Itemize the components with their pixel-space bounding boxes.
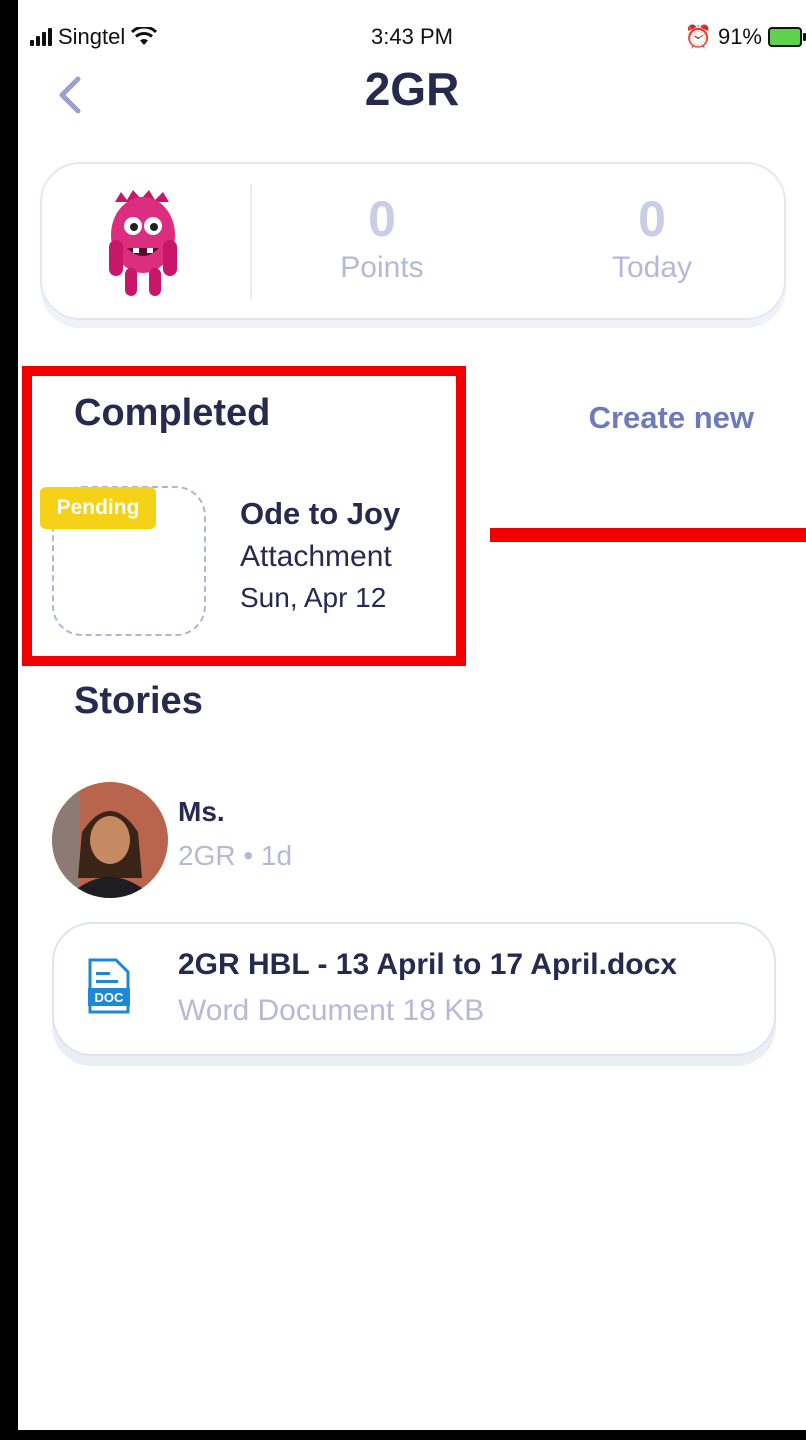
story-meta: 2GR • 1d [178, 840, 293, 871]
story-author: Ms. 2GR • 1d [178, 796, 292, 872]
word-doc-icon: DOC [88, 958, 130, 1014]
stats-divider [250, 184, 252, 300]
attachment-file-info: Word Document 18 KB [178, 994, 485, 1027]
annotation-highlight-box [22, 366, 466, 666]
page-title: 2GR [364, 63, 460, 115]
status-right: ⏰ 91% [684, 24, 806, 50]
attachment-card[interactable]: DOC 2GR HBL - 13 April to 17 April.docx … [52, 922, 776, 1056]
attachment-file-name: 2GR HBL - 13 April to 17 April.docx [178, 948, 677, 981]
today-value: 0 [638, 191, 666, 247]
status-bar: Singtel 3:43 PM ⏰ 91% [18, 20, 806, 54]
alarm-icon: ⏰ [684, 24, 712, 49]
stories-heading: Stories [74, 680, 203, 722]
points-stat: 0 Points [282, 192, 482, 285]
teacher-photo-icon [52, 782, 168, 898]
teacher-avatar[interactable] [52, 782, 168, 898]
app-screen: Singtel 3:43 PM ⏰ 91% 2GR 0 Points 0 Tod… [18, 0, 806, 1430]
battery-icon [768, 27, 806, 47]
today-label: Today [611, 251, 693, 284]
points-value: 0 [368, 191, 396, 247]
today-stat: 0 Today [552, 192, 752, 285]
monster-avatar-icon[interactable] [103, 190, 183, 300]
create-new-button[interactable]: Create new [589, 400, 754, 436]
author-name: Ms. [178, 796, 225, 827]
points-label: Points [340, 251, 424, 284]
annotation-arrow [490, 528, 806, 542]
doc-icon-label: DOC [95, 990, 125, 1005]
battery-percent: 91% [717, 24, 762, 49]
